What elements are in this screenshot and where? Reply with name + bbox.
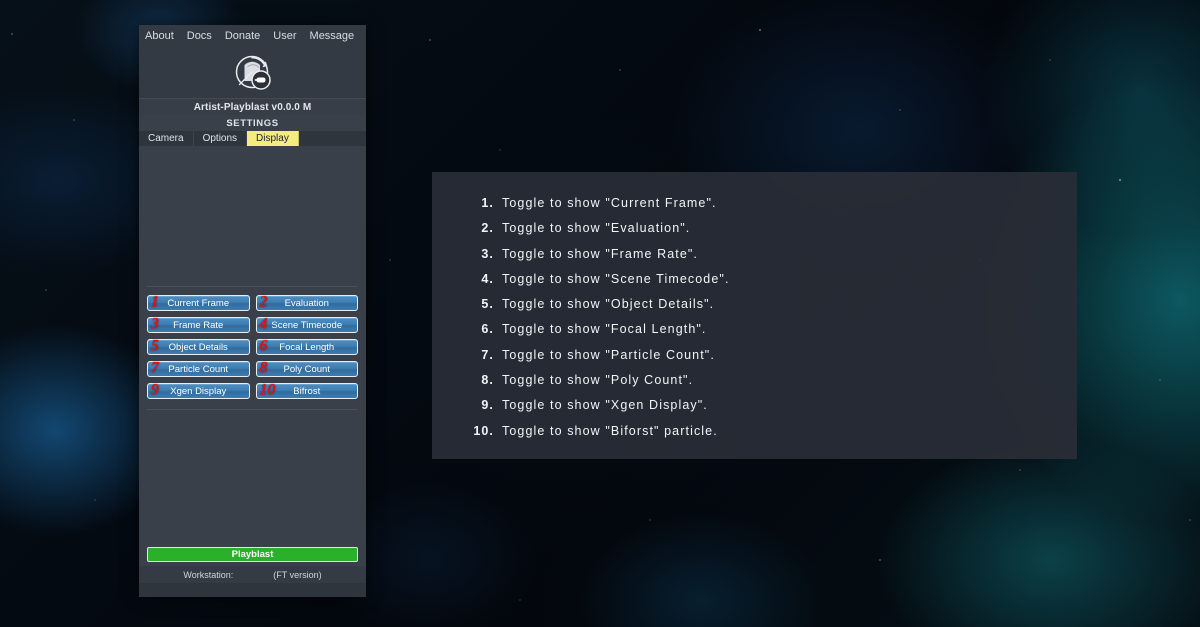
version-label: (FT version) [273, 569, 322, 580]
tab-options[interactable]: Options [194, 131, 248, 146]
toggle-bifrost-wrap: Bifrost 10 [255, 382, 358, 399]
toggle-object-details-wrap: Object Details 5 [147, 338, 250, 355]
playblast-camera-logo-icon [235, 55, 271, 90]
toggle-bifrost[interactable]: Bifrost [255, 383, 358, 399]
settings-header: SETTINGS [139, 115, 366, 131]
instructions-list: 1. Toggle to show "Current Frame". 2. To… [468, 196, 1077, 438]
toggle-poly-count-wrap: Poly Count 8 [255, 360, 358, 377]
toggle-focal-length-wrap: Focal Length 6 [255, 338, 358, 355]
toggle-scene-timecode[interactable]: Scene Timecode [255, 317, 358, 333]
instruction-text: Toggle to show "Particle Count". [502, 347, 715, 362]
lower-empty-area [139, 410, 366, 547]
settings-label: SETTINGS [226, 117, 279, 129]
menu-item-about[interactable]: About [145, 31, 174, 42]
menu-item-user[interactable]: User [273, 31, 296, 42]
instruction-text: Toggle to show "Scene Timecode". [502, 271, 730, 286]
toggle-evaluation[interactable]: Evaluation [255, 295, 358, 311]
instruction-text: Toggle to show "Object Details". [502, 297, 715, 312]
toggle-xgen-display[interactable]: Xgen Display [147, 383, 250, 399]
instruction-text: Toggle to show "Poly Count". [502, 373, 694, 388]
menu-item-docs[interactable]: Docs [187, 31, 212, 42]
instruction-text: Toggle to show "Current Frame". [502, 196, 717, 210]
workstation-label: Workstation: [183, 569, 234, 580]
tabs-filler [299, 131, 366, 146]
instruction-number: 1. [481, 196, 494, 210]
tab-camera[interactable]: Camera [139, 131, 194, 146]
toggle-object-details[interactable]: Object Details [147, 339, 250, 355]
settings-tabs: Camera Options Display [139, 131, 366, 146]
logo-area [139, 48, 366, 98]
menu-bar: About Docs Donate User Message [139, 25, 366, 48]
instruction-text: Toggle to show "Frame Rate". [502, 246, 698, 261]
instruction-item: 1. Toggle to show "Current Frame". [468, 196, 1077, 210]
instruction-item: 4. Toggle to show "Scene Timecode". [468, 272, 1077, 286]
instruction-item: 9. Toggle to show "Xgen Display". [468, 398, 1077, 412]
toggle-xgen-display-wrap: Xgen Display 9 [147, 382, 250, 399]
panel-footer [139, 583, 366, 597]
toggle-frame-rate-wrap: Frame Rate 3 [147, 316, 250, 333]
instruction-item: 5. Toggle to show "Object Details". [468, 297, 1077, 311]
content-empty-area [139, 146, 366, 286]
instruction-item: 7. Toggle to show "Particle Count". [468, 348, 1077, 362]
toggle-particle-count[interactable]: Particle Count [147, 361, 250, 377]
toggle-frame-rate[interactable]: Frame Rate [147, 317, 250, 333]
status-bar: Workstation: (FT version) [139, 566, 366, 583]
instruction-item: 3. Toggle to show "Frame Rate". [468, 247, 1077, 261]
toggle-focal-length[interactable]: Focal Length [255, 339, 358, 355]
instruction-number: 4. [481, 271, 494, 286]
instruction-text: Toggle to show "Biforst" particle. [502, 423, 718, 438]
toggle-current-frame[interactable]: Current Frame [147, 295, 250, 311]
instruction-item: 2. Toggle to show "Evaluation". [468, 221, 1077, 235]
instruction-number: 10. [473, 423, 494, 438]
instruction-text: Toggle to show "Evaluation". [502, 221, 691, 236]
instruction-item: 10. Toggle to show "Biforst" particle. [468, 424, 1077, 438]
tab-display[interactable]: Display [247, 131, 299, 146]
menu-item-donate[interactable]: Donate [225, 31, 260, 42]
instruction-text: Toggle to show "Xgen Display". [502, 398, 708, 413]
toggle-scene-timecode-wrap: Scene Timecode 4 [255, 316, 358, 333]
toggle-evaluation-wrap: Evaluation 2 [255, 294, 358, 311]
instruction-number: 6. [481, 322, 494, 337]
playblast-tool-panel: About Docs Donate User Message Artist-Pl… [139, 25, 366, 597]
playblast-button[interactable]: Playblast [147, 547, 358, 562]
instruction-number: 9. [481, 398, 494, 413]
instruction-item: 8. Toggle to show "Poly Count". [468, 373, 1077, 387]
instruction-number: 7. [481, 347, 494, 362]
display-tab-content: Current Frame 1 Evaluation 2 Frame Rate … [139, 146, 366, 597]
instruction-item: 6. Toggle to show "Focal Length". [468, 322, 1077, 336]
instruction-text: Toggle to show "Focal Length". [502, 322, 707, 337]
toggle-poly-count[interactable]: Poly Count [255, 361, 358, 377]
toggle-particle-count-wrap: Particle Count 7 [147, 360, 250, 377]
app-title-bar: Artist-Playblast v0.0.0 M [139, 98, 366, 115]
instruction-number: 8. [481, 373, 494, 388]
menu-item-message[interactable]: Message [310, 31, 355, 42]
instruction-number: 3. [481, 246, 494, 261]
instructions-panel: 1. Toggle to show "Current Frame". 2. To… [432, 172, 1077, 459]
instruction-number: 2. [481, 221, 494, 236]
app-title: Artist-Playblast v0.0.0 M [193, 101, 312, 113]
display-toggle-grid: Current Frame 1 Evaluation 2 Frame Rate … [139, 287, 366, 399]
playblast-button-wrap: Playblast [139, 547, 366, 562]
instruction-number: 5. [481, 297, 494, 312]
toggle-current-frame-wrap: Current Frame 1 [147, 294, 250, 311]
